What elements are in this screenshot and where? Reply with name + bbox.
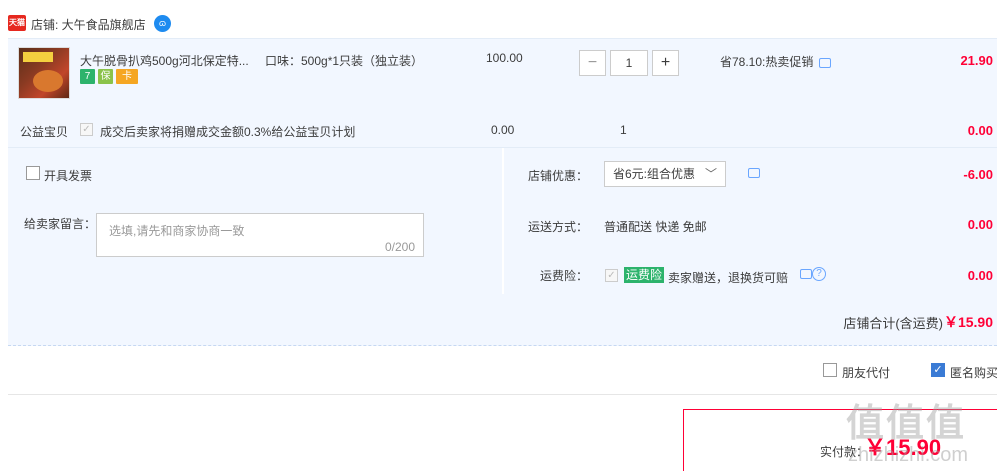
item-subtotal: 21.90	[960, 53, 993, 68]
promotion-info: 省78.10:热卖促销	[720, 53, 832, 70]
friend-pay-label[interactable]: 朋友代付	[842, 364, 890, 381]
charity-price: 0.00	[491, 123, 515, 137]
shop-discount-select[interactable]: 省6元:组合优惠 ﹀	[604, 161, 726, 187]
order-options-right: 店铺优惠： 省6元:组合优惠 ﹀ -6.00 运送方式： 普通配送 快递 免邮 …	[504, 148, 997, 294]
wangwang-chat-icon[interactable]: ɷ	[154, 15, 171, 32]
shop-discount-label: 店铺优惠：	[528, 169, 589, 183]
promotion-text: 省78.10:热卖促销	[720, 55, 814, 69]
shop-total-bar: 店铺合计(含运费) ￥15.90	[8, 294, 997, 346]
discount-chat-icon[interactable]	[748, 168, 760, 178]
charity-label: 公益宝贝	[20, 125, 69, 139]
invoice-label[interactable]: 开具发票	[44, 167, 92, 184]
anonymous-purchase-checkbox[interactable]: ✓	[931, 363, 945, 377]
shipping-method: 普通配送 快递 免邮	[604, 220, 707, 234]
quantity-stepper: − 1 +	[579, 50, 679, 76]
insurance-amount: 0.00	[967, 268, 993, 283]
product-title[interactable]: 大午脱骨扒鸡500g河北保定特...	[80, 52, 260, 69]
message-char-counter: 0/200	[384, 240, 415, 254]
insurance-label: 运费险：	[540, 269, 589, 283]
product-sku: 口味：500g*1只装（独立装）	[265, 54, 424, 68]
credit-card-icon[interactable]: 卡	[116, 69, 138, 84]
increase-quantity-button[interactable]: +	[652, 50, 679, 76]
chevron-down-icon: ﹀	[704, 167, 717, 181]
charity-total: 0.00	[967, 123, 993, 138]
charity-quantity: 1	[620, 123, 627, 137]
friend-pay-checkbox[interactable]	[823, 363, 837, 377]
seller-message-field[interactable]: 选填,请先和商家协商一致 0/200	[96, 213, 424, 257]
watermark-logo: 值值值	[846, 403, 967, 445]
unit-price: 100.00	[486, 51, 523, 65]
product-thumbnail[interactable]	[18, 47, 70, 99]
shop-discount-value: 省6元:组合优惠	[613, 167, 696, 181]
seven-day-return-icon[interactable]: 7	[80, 69, 95, 84]
order-item-panel: 大午脱骨扒鸡500g河北保定特... 7 保 卡 口味：500g*1只装（独立装…	[8, 38, 997, 148]
insurance-tag: 运费险	[624, 267, 665, 283]
shop-name[interactable]: 店铺: 大午食品旗舰店	[31, 16, 146, 33]
anonymous-purchase-label[interactable]: 匿名购买	[950, 364, 997, 381]
charity-checkbox[interactable]: ✓	[80, 123, 93, 136]
insurance-chat-icon[interactable]	[800, 269, 812, 279]
charity-description: 成交后卖家将捐赠成交金额0.3%给公益宝贝计划	[100, 125, 356, 139]
thumbnail-label-strip	[23, 52, 53, 62]
order-options-left: 开具发票 给卖家留言： 选填,请先和商家协商一致 0/200	[8, 148, 502, 294]
message-placeholder: 选填,请先和商家协商一致	[109, 224, 245, 238]
promo-chat-icon[interactable]	[819, 57, 832, 68]
guarantee-icon[interactable]: 保	[98, 69, 113, 84]
watermark-url: zhizhizhi.com	[848, 444, 969, 466]
service-badges: 7 保 卡	[80, 69, 138, 84]
insurance-checkbox[interactable]: ✓	[605, 269, 618, 282]
invoice-checkbox[interactable]	[26, 166, 40, 180]
shipping-amount: 0.00	[967, 217, 993, 232]
shipping-label: 运送方式：	[528, 220, 589, 234]
message-label: 给卖家留言：	[24, 217, 97, 231]
shop-total-label: 店铺合计(含运费)	[843, 316, 943, 331]
tmall-badge: 天猫	[8, 15, 26, 31]
insurance-description: 卖家赠送，退换货可赔	[668, 271, 789, 285]
shop-discount-amount: -6.00	[963, 167, 993, 182]
shop-total-amount: ￥15.90	[943, 314, 993, 330]
decrease-quantity-button[interactable]: −	[579, 50, 606, 76]
thumbnail-chicken-shape	[33, 70, 63, 92]
quantity-input[interactable]: 1	[610, 50, 648, 76]
help-icon[interactable]: ?	[812, 267, 826, 281]
